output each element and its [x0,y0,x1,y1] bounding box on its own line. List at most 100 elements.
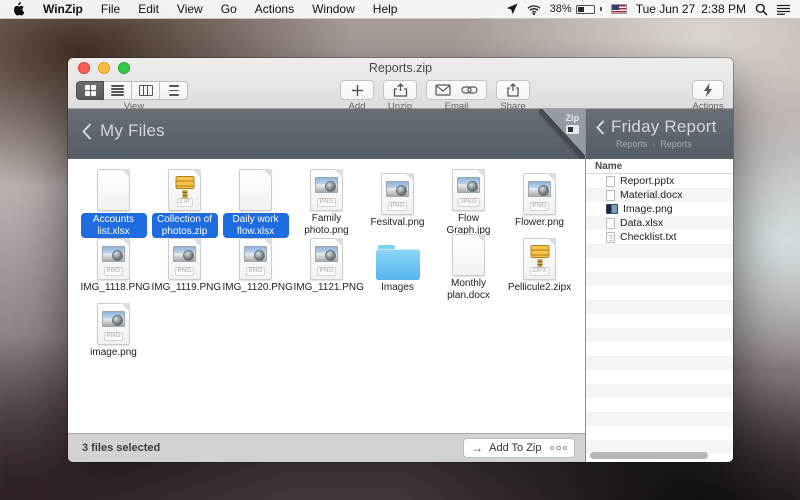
more-options-icon[interactable] [549,445,567,451]
add-to-zip-button[interactable]: → Add To Zip [463,438,575,458]
keyboard-flag-icon[interactable] [610,4,627,14]
menu-clock[interactable]: Tue Jun 27 2:38 PM [636,2,746,16]
share-button[interactable]: Share [496,80,530,112]
zip-badge-label: Zip [565,113,580,123]
view-coverflow-segment[interactable] [160,81,188,100]
folder-file-icon [375,245,420,280]
desktop-background: WinZip File Edit View Go Actions Window Help 3… [0,0,800,500]
toolbar-buttons: Add Unzip Email Share [340,80,530,112]
lightning-icon [704,83,712,97]
zip-list-row[interactable]: Data.xlsx [586,216,733,230]
zip-list-row[interactable]: Report.pptx [586,174,733,188]
share-icon [507,83,519,97]
file-item[interactable]: Daily work flow.xlsx [220,169,291,238]
zip-folder-title[interactable]: Friday Report [611,117,717,137]
view-grid-segment[interactable] [76,81,104,100]
location-services-icon[interactable] [506,3,518,15]
breadcrumb-item[interactable]: Reports [660,139,692,149]
file-item[interactable]: JPEG Flow Graph.jpg [433,169,504,236]
zip-contents-pane: Friday Report Reports › Reports Name Rep… [585,109,733,462]
actions-button[interactable]: Actions [692,80,724,112]
battery-indicator[interactable]: 38% [550,3,602,15]
file-item[interactable]: ZIPX Pellicule2.zipx [504,234,575,299]
battery-percent: 38% [549,3,572,15]
image-thumbnail-icon [606,204,618,214]
file-item[interactable]: PNG IMG_1119.PNG [149,234,222,299]
file-name-label: Flow Graph.jpg [446,213,491,236]
unzip-button[interactable]: Unzip [383,80,417,112]
menu-item-file[interactable]: File [92,2,129,16]
file-name-label: Images [381,282,414,293]
file-name-label: Flower.png [515,217,564,228]
view-segmented-control [76,81,188,100]
compact-view-icon [168,85,179,96]
file-name-label: Fesitval.png [370,217,425,228]
email-button[interactable]: Email [426,80,487,112]
menu-bar: WinZip File Edit View Go Actions Window Help 3… [0,0,800,19]
my-files-title[interactable]: My Files [100,121,165,141]
view-list-segment[interactable] [104,81,132,100]
zip-list-row[interactable]: Material.docx [586,188,733,202]
file-item[interactable]: PNG Fesitval.png [362,169,433,234]
file-name-label: image.png [90,347,137,358]
file-item[interactable]: PNG IMG_1120.PNG [220,234,293,299]
add-button[interactable]: Add [340,80,374,112]
file-name-label: IMG_1121.PNG [293,282,364,293]
envelope-icon [435,84,451,96]
file-item[interactable]: ZIP Collection of photos.zip [149,169,220,238]
zip-list-row[interactable]: Image.png [586,202,733,216]
menu-item-edit[interactable]: Edit [129,2,168,16]
jpeg-file-icon: JPEG [452,169,485,211]
apple-menu-icon[interactable] [12,2,24,16]
unzip-icon [393,83,407,97]
breadcrumb-item[interactable]: Reports [616,139,648,149]
png-file-icon: PNG [523,173,556,215]
file-item[interactable]: PNG IMG_1118.PNG [78,234,151,299]
window-title: Reports.zip [368,61,433,75]
menu-item-view[interactable]: View [168,2,212,16]
name-column-header[interactable]: Name [586,159,733,174]
view-columns-segment[interactable] [132,81,160,100]
png-file-icon: PNG [168,238,201,280]
back-chevron-icon[interactable] [82,122,92,140]
horizontal-scrollbar[interactable] [590,452,708,459]
menu-status-area: 38% Tue Jun 27 2:38 PM [506,2,800,16]
back-chevron-icon[interactable] [596,119,605,135]
png-file-icon: PNG [310,169,343,211]
zip-file-list: Report.pptx Material.docx Image.png Data.xl… [586,174,733,462]
file-grid: Accounts list.xlsx ZIP Collection of photo… [68,159,585,433]
breadcrumb: Reports › Reports [586,137,733,149]
main-pane: My Files Zip Accounts list.xlsx ZIP Collec… [68,109,585,462]
zip-list-row[interactable]: Checklist.txt [586,230,733,244]
name-column-label: Name [595,160,623,172]
zip-file-name: Checklist.txt [620,231,677,243]
file-name-label: IMG_1119.PNG [151,282,222,293]
spotlight-search-icon[interactable] [755,3,768,16]
arrow-right-icon: → [471,441,484,455]
breadcrumb-separator: › [652,139,656,149]
menu-item-go[interactable]: Go [212,2,246,16]
png-file-icon: PNG [97,238,130,280]
menu-item-actions[interactable]: Actions [246,2,303,16]
file-name-label: IMG_1118.PNG [80,282,151,293]
toolbar: View Add Unzip Email Share Actions [68,78,733,112]
zipper-icon [566,125,579,134]
file-item[interactable]: PNG Flower.png [504,169,575,234]
menu-items: File Edit View Go Actions Window Help [92,2,407,16]
zip-file-name: Data.xlsx [620,217,664,229]
file-item[interactable]: Monthly plan.docx [433,234,504,301]
file-item[interactable]: PNG IMG_1121.PNG [291,234,364,299]
file-item[interactable]: Accounts list.xlsx [78,169,149,238]
doc-file-icon [97,169,130,211]
file-item[interactable]: PNG image.png [78,299,149,364]
file-item[interactable]: PNG Family photo.png [291,169,362,236]
zip-corner-badge: Zip [539,109,585,159]
menu-item-window[interactable]: Window [303,2,364,16]
file-item[interactable]: Images [362,234,433,299]
png-file-icon: PNG [97,303,130,345]
title-bar[interactable]: Reports.zip [68,58,733,78]
wifi-icon[interactable] [527,4,541,15]
notification-center-icon[interactable] [777,4,790,15]
menu-app-name[interactable]: WinZip [34,2,92,16]
menu-item-help[interactable]: Help [364,2,407,16]
